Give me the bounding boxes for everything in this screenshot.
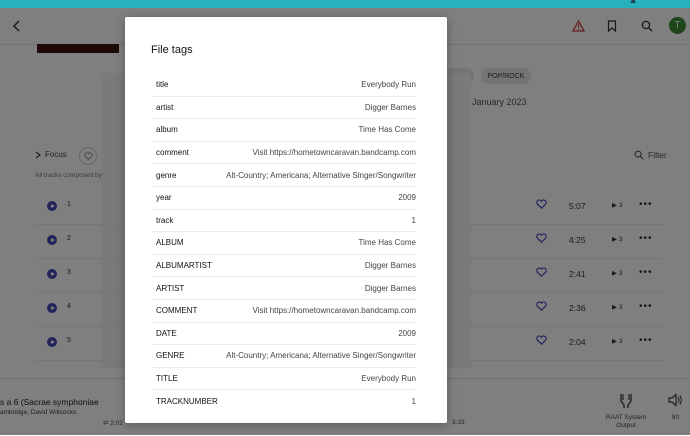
- dialog-title: File tags: [151, 44, 193, 56]
- tag-row: comment Visit https://hometowncaravan.ban…: [152, 142, 416, 165]
- collapse-arrow-icon[interactable]: ▲: [628, 0, 638, 6]
- tag-value: 1: [411, 215, 416, 225]
- tag-row: genre Alt-Country; Americana; Alternative…: [152, 164, 416, 187]
- tag-value: Digger Barnes: [364, 261, 416, 271]
- tag-value: Alt-Country; Americana; Alternative Sing…: [226, 170, 416, 180]
- tag-row: ALBUM Time Has Come: [152, 232, 416, 255]
- tag-key: year: [156, 193, 172, 203]
- tag-row: TRACKNUMBER 1: [152, 390, 416, 412]
- tag-row: ARTIST Digger Barnes: [152, 277, 416, 300]
- tag-value: Digger Barnes: [364, 283, 416, 293]
- tag-row: COMMENT Visit https://hometowncaravan.ban…: [152, 300, 416, 323]
- tag-row: artist Digger Barnes: [152, 97, 416, 120]
- tag-value: Everybody Run: [361, 374, 416, 384]
- tag-key: genre: [156, 170, 177, 180]
- tag-row: track 1: [152, 210, 416, 233]
- tag-row: title Everybody Run: [152, 74, 416, 97]
- tag-row: album Time Has Come: [152, 119, 416, 142]
- file-tags-dialog: File tags title Everybody Run artist Digge…: [125, 17, 447, 423]
- tag-row: year 2009: [152, 187, 416, 210]
- tag-value: Everybody Run: [361, 80, 416, 90]
- tag-key: GENRE: [156, 351, 185, 361]
- tag-value: Visit https://hometowncaravan.bandcamp.c…: [252, 306, 417, 316]
- tag-key: artist: [156, 102, 174, 112]
- tag-key: COMMENT: [156, 306, 198, 316]
- tag-value: 2009: [398, 328, 416, 338]
- tag-row: TITLE Everybody Run: [152, 368, 416, 391]
- top-accent-strip: ▲: [0, 0, 690, 8]
- tag-key: track: [156, 215, 174, 225]
- tag-row: DATE 2009: [152, 323, 416, 346]
- tag-key: album: [156, 125, 178, 135]
- tag-key: comment: [156, 148, 189, 158]
- tag-value: Visit https://hometowncaravan.bandcamp.c…: [252, 148, 417, 158]
- tag-value: Alt-Country; Americana; Alternative Sing…: [226, 351, 416, 361]
- tag-value: Time Has Come: [358, 125, 417, 135]
- tag-row: ALBUMARTIST Digger Barnes: [152, 255, 416, 278]
- tag-value: 1: [411, 396, 416, 406]
- tag-key: DATE: [156, 328, 177, 338]
- tag-key: ARTIST: [156, 283, 185, 293]
- tag-key: TITLE: [156, 374, 178, 384]
- tag-key: ALBUM: [156, 238, 184, 248]
- tag-key: ALBUMARTIST: [156, 261, 212, 271]
- tag-value: Time Has Come: [358, 238, 417, 248]
- tag-key: title: [156, 80, 169, 90]
- tags-table: title Everybody Run artist Digger Barnes a…: [152, 74, 416, 412]
- tag-row: GENRE Alt-Country; Americana; Alternative…: [152, 345, 416, 368]
- tag-key: TRACKNUMBER: [156, 396, 218, 406]
- tag-value: 2009: [398, 193, 416, 203]
- tag-value: Digger Barnes: [364, 102, 416, 112]
